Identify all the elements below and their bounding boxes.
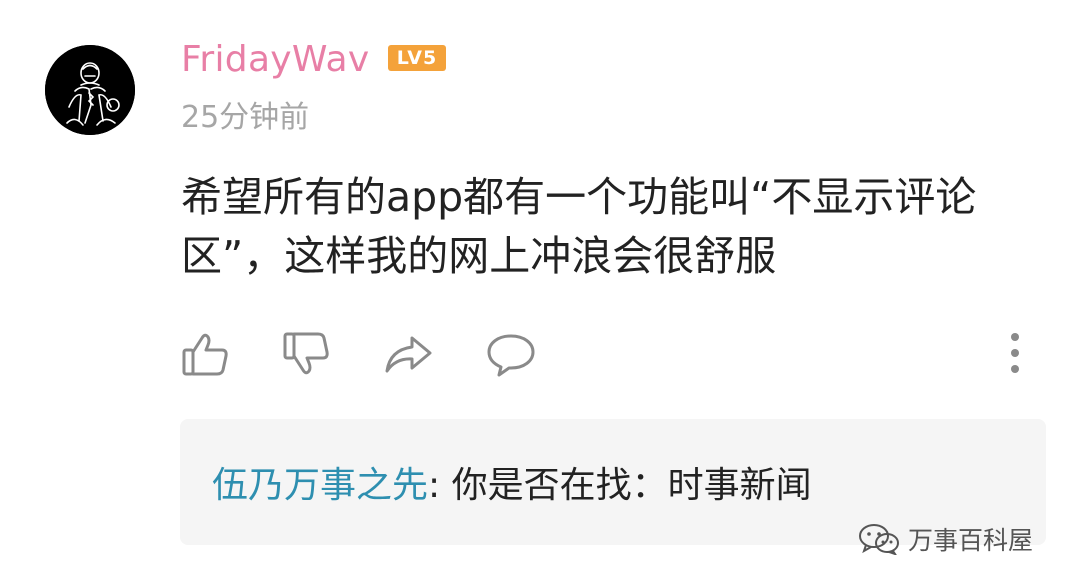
share-icon (385, 336, 432, 373)
avatar-image (45, 45, 135, 135)
watermark-label: 万事百科屋 (908, 526, 1034, 555)
like-button[interactable] (180, 328, 232, 380)
avatar[interactable] (45, 45, 135, 135)
reply-icon (487, 334, 535, 377)
suggestion-text[interactable]: 你是否在找：时事新闻 (440, 465, 812, 506)
dislike-button[interactable] (281, 328, 333, 380)
watermark: 万事百科屋 (858, 519, 1033, 559)
thumbs-up-icon (182, 333, 228, 376)
more-options-button[interactable] (1000, 330, 1030, 376)
share-button[interactable] (382, 328, 434, 380)
wechat-icon (859, 524, 899, 555)
username[interactable]: FridayWav (181, 36, 369, 84)
suggestion-author-link[interactable]: 伍乃万事之先 (212, 465, 428, 506)
level-badge: LV5 (388, 45, 446, 71)
more-icon (1011, 333, 1019, 373)
comment-text: 希望所有的app都有一个功能叫“不显示评论区”，这样我的网上冲浪会很舒服 (181, 173, 977, 280)
suggestion-colon: : (428, 465, 441, 506)
thumbs-down-icon (283, 332, 329, 375)
suggestion-line: 伍乃万事之先: 你是否在找：时事新闻 (212, 463, 812, 509)
reply-button[interactable] (485, 328, 537, 380)
comment-page: FridayWav LV5 25分钟前 希望所有的app都有一个功能叫“不显示评… (0, 0, 1080, 587)
timestamp: 25分钟前 (181, 100, 310, 135)
